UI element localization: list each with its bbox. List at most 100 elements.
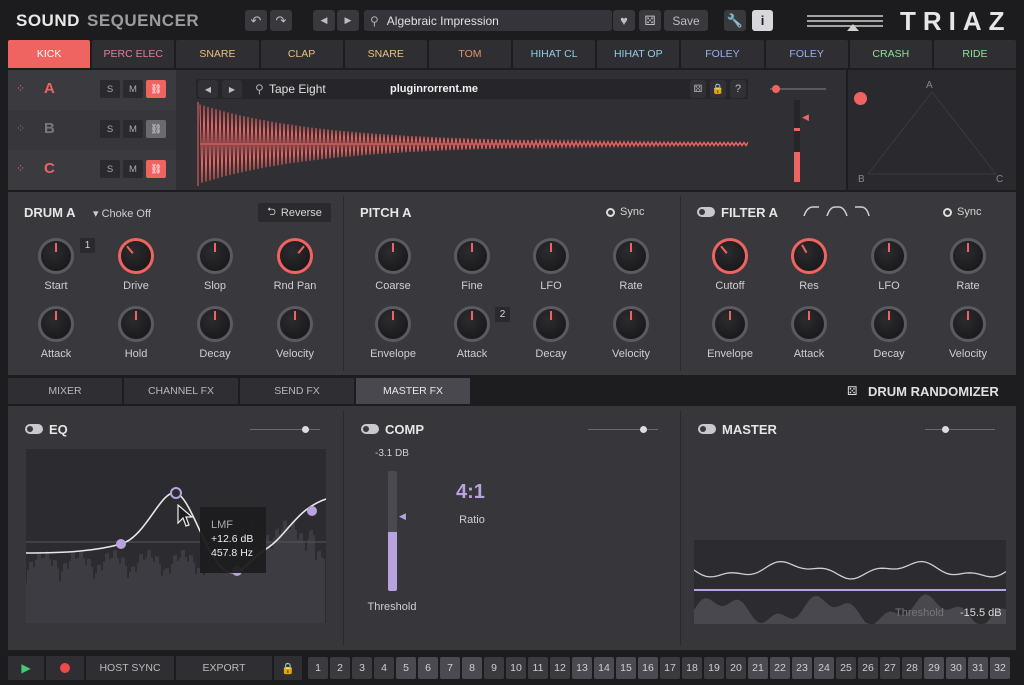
step-5[interactable]: 5 — [396, 657, 416, 679]
knob-dial[interactable] — [454, 238, 490, 274]
drum-knob-attack[interactable]: Attack — [16, 306, 96, 360]
step-22[interactable]: 22 — [770, 657, 790, 679]
bottom-tab-master-fx[interactable]: MASTER FX — [356, 378, 470, 404]
layer-a-link-icon[interactable]: ⛓ — [146, 80, 166, 98]
reverse-button[interactable]: ⮌ Reverse — [258, 203, 331, 222]
pitch-knob-coarse[interactable]: Coarse — [353, 238, 433, 292]
pitch-knob-envelope[interactable]: Envelope — [353, 306, 433, 360]
dice-icon[interactable]: ⚄ — [639, 10, 661, 31]
step-30[interactable]: 30 — [946, 657, 966, 679]
layer-b-solo-button[interactable]: S — [100, 120, 120, 138]
step-1[interactable]: 1 — [308, 657, 328, 679]
step-12[interactable]: 12 — [550, 657, 570, 679]
host-sync-button[interactable]: HOST SYNC — [86, 656, 174, 680]
favorite-heart-icon[interactable]: ♥ — [613, 10, 635, 31]
knob-dial[interactable] — [375, 238, 411, 274]
step-9[interactable]: 9 — [484, 657, 504, 679]
filter-knob-rate[interactable]: Rate — [928, 238, 1008, 292]
step-8[interactable]: 8 — [462, 657, 482, 679]
drum-knob-rnd-pan[interactable]: Rnd Pan — [255, 238, 335, 292]
step-4[interactable]: 4 — [374, 657, 394, 679]
sample-help-button[interactable]: ? — [730, 80, 746, 98]
eq-band-low[interactable] — [116, 539, 126, 549]
bottom-tab-send-fx[interactable]: SEND FX — [240, 378, 354, 404]
pitch-knob-lfo[interactable]: LFO — [511, 238, 591, 292]
drum-randomizer-button[interactable]: DRUM RANDOMIZER — [868, 384, 999, 399]
tab-clap[interactable]: CLAP — [260, 40, 343, 68]
redo-icon[interactable]: ↷ — [270, 10, 292, 31]
tab-tom[interactable]: TOM — [428, 40, 512, 68]
drum-knob-drive[interactable]: Drive — [96, 238, 176, 292]
master-mix-slider[interactable] — [925, 429, 995, 430]
tab-hihat-op[interactable]: HIHAT OP — [597, 40, 680, 68]
pitch-knob-fine[interactable]: Fine — [432, 238, 512, 292]
bottom-tab-mixer[interactable]: MIXER — [8, 378, 122, 404]
knob-dial[interactable] — [197, 238, 233, 274]
layer-c-solo-button[interactable]: S — [100, 160, 120, 178]
pitch-knob-decay[interactable]: Decay — [511, 306, 591, 360]
play-icon[interactable]: ▶ — [8, 656, 44, 680]
preset-selector[interactable]: ⚲ Algebraic Impression — [364, 10, 612, 31]
tab-foley[interactable]: FOLEY — [681, 40, 764, 68]
knob-dial[interactable] — [871, 238, 907, 274]
step-25[interactable]: 25 — [836, 657, 856, 679]
filter-knob-decay[interactable]: Decay — [849, 306, 929, 360]
knob-dial[interactable] — [533, 238, 569, 274]
eq-band-lmf[interactable] — [170, 487, 182, 499]
knob-dial[interactable] — [871, 306, 907, 342]
eq-mix-handle[interactable] — [302, 426, 309, 433]
layer-c-link-icon[interactable]: ⛓ — [146, 160, 166, 178]
knob-dial[interactable] — [38, 238, 74, 274]
drum-knob-decay[interactable]: Decay — [175, 306, 255, 360]
tab-snare[interactable]: SNARE — [344, 40, 427, 68]
pitch-knob-velocity[interactable]: Velocity — [591, 306, 671, 360]
layer-a-solo-button[interactable]: S — [100, 80, 120, 98]
step-17[interactable]: 17 — [660, 657, 680, 679]
step-26[interactable]: 26 — [858, 657, 878, 679]
choke-dropdown[interactable]: ▾ Choke Off — [93, 207, 151, 220]
waveform-display[interactable] — [196, 100, 751, 188]
tab-perc-elec[interactable]: PERC ELEC — [92, 40, 175, 68]
step-2[interactable]: 2 — [330, 657, 350, 679]
filter-knob-cutoff[interactable]: Cutoff — [690, 238, 770, 292]
tab-ride[interactable]: RIDE — [933, 40, 1017, 68]
master-power-toggle[interactable] — [698, 424, 716, 437]
filter-knob-velocity[interactable]: Velocity — [928, 306, 1008, 360]
sample-lock-icon[interactable]: 🔒 — [710, 80, 726, 98]
export-button[interactable]: EXPORT — [176, 656, 272, 680]
tab-crash[interactable]: CRASH — [849, 40, 932, 68]
filter-type-icons[interactable] — [803, 205, 871, 217]
filter-knob-envelope[interactable]: Envelope — [690, 306, 770, 360]
knob-dial[interactable] — [791, 238, 827, 274]
preset-prev-icon[interactable]: ◀ — [313, 10, 335, 31]
step-7[interactable]: 7 — [440, 657, 460, 679]
bottom-tab-channel-fx[interactable]: CHANNEL FX — [124, 378, 238, 404]
layer-c-mute-button[interactable]: M — [123, 160, 143, 178]
eq-band-high[interactable] — [307, 506, 317, 516]
step-29[interactable]: 29 — [924, 657, 944, 679]
step-19[interactable]: 19 — [704, 657, 724, 679]
layer-b-mute-button[interactable]: M — [123, 120, 143, 138]
knob-dial[interactable] — [613, 306, 649, 342]
pitch-knob-attack[interactable]: Attack — [432, 306, 512, 360]
preset-next-icon[interactable]: ▶ — [337, 10, 359, 31]
knob-dial[interactable] — [950, 306, 986, 342]
record-icon[interactable] — [46, 656, 84, 680]
tab-foley[interactable]: FOLEY — [765, 40, 848, 68]
comp-mix-handle[interactable] — [640, 426, 647, 433]
wrench-icon[interactable]: 🔧 — [724, 10, 746, 31]
filter-knob-attack[interactable]: Attack — [769, 306, 849, 360]
sample-prev-icon[interactable]: ◀ — [198, 80, 218, 98]
save-button[interactable]: Save — [664, 10, 708, 31]
knob-dial[interactable] — [118, 238, 154, 274]
xy-handle[interactable] — [854, 92, 867, 105]
step-3[interactable]: 3 — [352, 657, 372, 679]
knob-dial[interactable] — [533, 306, 569, 342]
comp-power-toggle[interactable] — [361, 424, 379, 437]
ratio-value[interactable]: 4:1 — [456, 481, 485, 504]
step-32[interactable]: 32 — [990, 657, 1010, 679]
tab-kick[interactable]: KICK — [8, 40, 91, 68]
step-14[interactable]: 14 — [594, 657, 614, 679]
knob-dial[interactable] — [950, 238, 986, 274]
step-20[interactable]: 20 — [726, 657, 746, 679]
